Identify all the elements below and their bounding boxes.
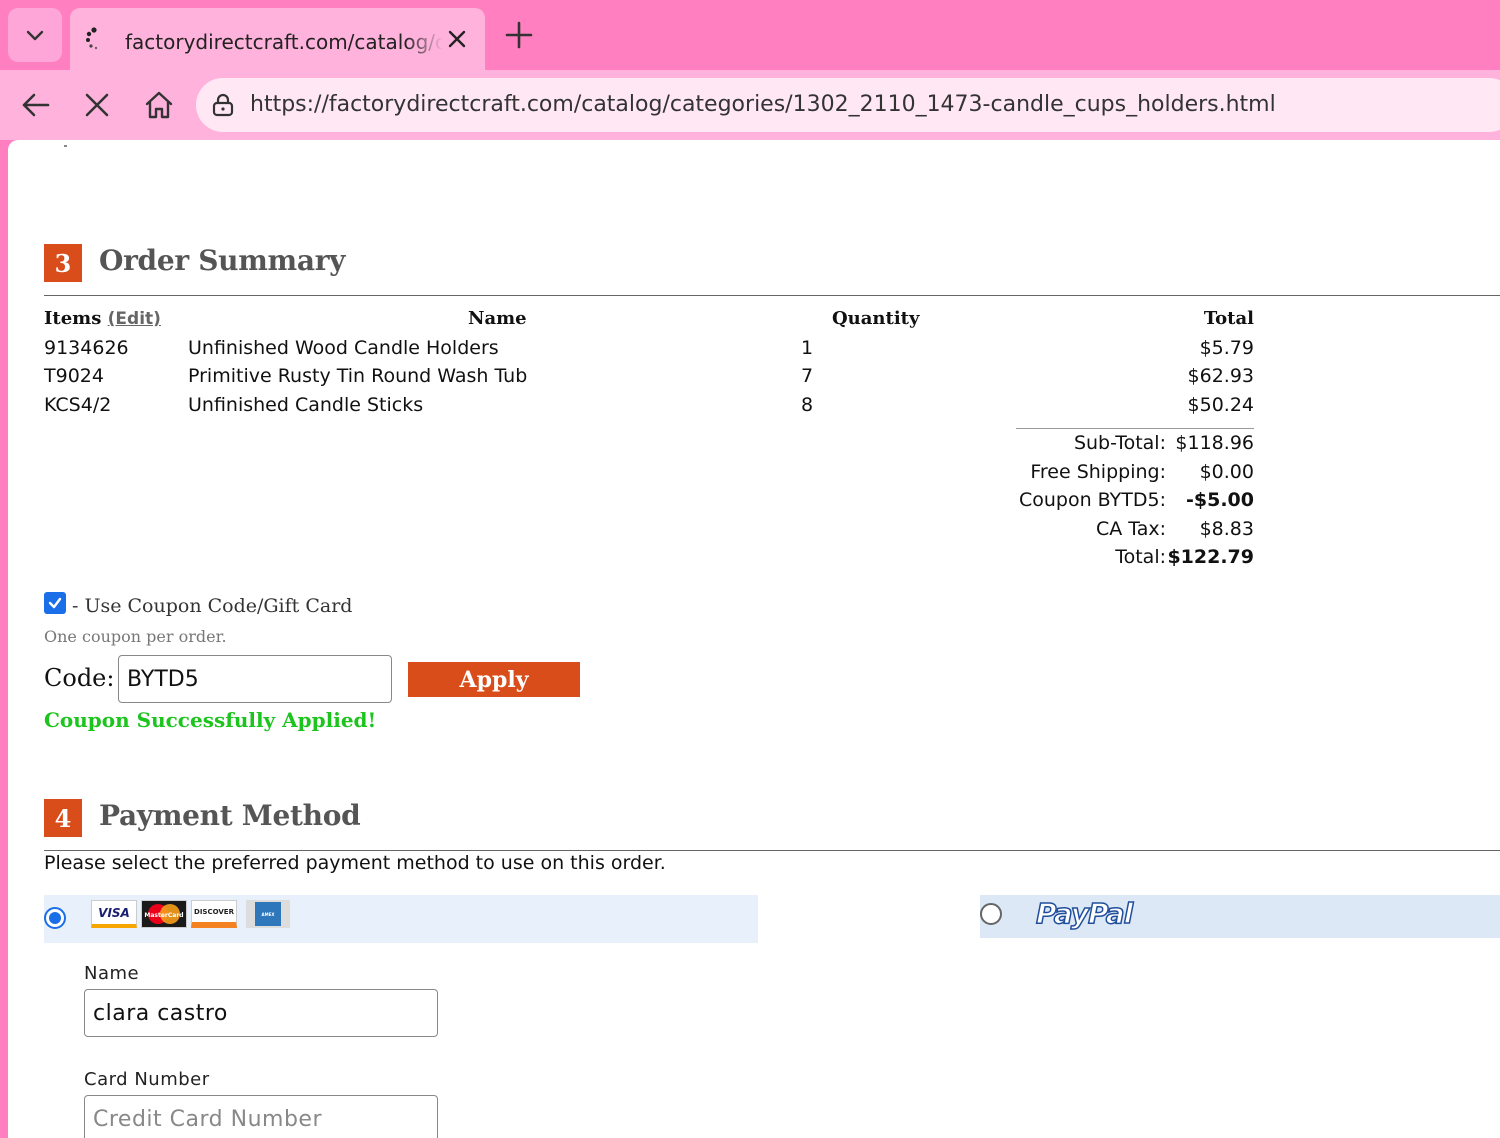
- tab-title: factorydirectcraft.com/catalog/categorie…: [125, 30, 443, 54]
- browser-tab[interactable]: factorydirectcraft.com/catalog/categorie…: [70, 8, 485, 70]
- home-icon[interactable]: [140, 86, 178, 124]
- coupon-discount-label: Coupon BYTD5:: [1018, 489, 1166, 511]
- browser-toolbar: https://factorydirectcraft.com/catalog/c…: [0, 70, 1500, 140]
- close-tab-icon[interactable]: [444, 26, 470, 52]
- total-column-header: Total: [1203, 308, 1254, 329]
- item-quantity: 1: [801, 337, 814, 359]
- subtotal-value: $118.96: [1175, 432, 1254, 454]
- page-content: 3 Order Summary Items (Edit) Name Quanti…: [8, 140, 1500, 1138]
- cardholder-name-label: Name: [84, 963, 140, 984]
- checkmark-icon: [48, 597, 62, 609]
- totals-divider: [1016, 428, 1254, 429]
- stop-icon[interactable]: [78, 86, 116, 124]
- step-badge: 3: [44, 244, 82, 282]
- payment-intro: Please select the preferred payment meth…: [44, 852, 666, 874]
- item-number: T9024: [44, 365, 104, 387]
- item-number: KCS4/2: [44, 394, 112, 416]
- mastercard-icon: MasterCard: [141, 900, 187, 928]
- payment-method-header: 4 Payment Method: [44, 799, 1500, 851]
- grand-total-value: $122.79: [1167, 546, 1254, 568]
- section-title: Order Summary: [99, 244, 346, 277]
- url-text: https://factorydirectcraft.com/catalog/c…: [250, 92, 1276, 117]
- tab-strip: factorydirectcraft.com/catalog/categorie…: [0, 0, 1500, 70]
- subtotal-label: Sub-Total:: [1073, 432, 1166, 454]
- cardholder-name-input[interactable]: [84, 989, 438, 1037]
- step-badge: 4: [44, 799, 82, 837]
- new-tab-icon[interactable]: [500, 16, 538, 54]
- item-quantity: 7: [801, 365, 814, 387]
- edit-link[interactable]: (Edit): [108, 309, 161, 329]
- item-name: Primitive Rusty Tin Round Wash Tub: [188, 365, 528, 387]
- use-coupon-checkbox[interactable]: [44, 592, 66, 614]
- coupon-note: One coupon per order.: [44, 627, 227, 646]
- coupon-code-input[interactable]: [118, 655, 392, 703]
- tax-label: CA Tax:: [1095, 518, 1166, 540]
- items-column-header: Items (Edit): [44, 308, 161, 329]
- item-number: 9134626: [44, 337, 129, 359]
- back-icon[interactable]: [16, 86, 54, 124]
- card-number-input[interactable]: [84, 1095, 438, 1138]
- tax-value: $8.83: [1199, 518, 1254, 540]
- card-payment-option[interactable]: VISA MasterCard DISCOVER AMEX: [44, 895, 758, 943]
- item-total: $62.93: [1187, 365, 1254, 387]
- name-column-header: Name: [468, 308, 527, 329]
- item-name: Unfinished Candle Sticks: [188, 394, 424, 416]
- quantity-column-header: Quantity: [832, 308, 920, 329]
- tab-list-button[interactable]: [8, 8, 62, 62]
- shipping-value: $0.00: [1199, 461, 1254, 483]
- item-total: $5.79: [1199, 337, 1254, 359]
- use-coupon-label: - Use Coupon Code/Gift Card: [72, 595, 353, 617]
- address-bar[interactable]: https://factorydirectcraft.com/catalog/c…: [196, 78, 1500, 132]
- grand-total-label: Total:: [1115, 546, 1166, 568]
- paypal-payment-radio[interactable]: [980, 903, 1002, 925]
- paypal-logo: PayPal: [1035, 896, 1134, 931]
- discover-icon: DISCOVER: [191, 900, 237, 928]
- order-summary-header: 3 Order Summary: [44, 244, 1500, 296]
- section-title: Payment Method: [99, 799, 361, 832]
- svg-text:MasterCard: MasterCard: [144, 912, 183, 919]
- shipping-label: Free Shipping:: [1030, 461, 1166, 483]
- item-quantity: 8: [801, 394, 814, 416]
- apply-coupon-button[interactable]: Apply: [408, 662, 580, 697]
- paypal-payment-option[interactable]: PayPal: [980, 895, 1500, 938]
- coupon-success-message: Coupon Successfully Applied!: [44, 708, 377, 732]
- amex-icon: AMEX: [246, 900, 290, 928]
- item-total: $50.24: [1187, 394, 1254, 416]
- stray-mark: [64, 145, 67, 147]
- visa-icon: VISA: [91, 900, 137, 928]
- card-number-label: Card Number: [84, 1069, 210, 1090]
- tab-list-icon: [26, 30, 44, 41]
- code-label: Code:: [44, 664, 115, 692]
- item-name: Unfinished Wood Candle Holders: [188, 337, 499, 359]
- card-payment-radio[interactable]: [44, 907, 66, 929]
- coupon-discount-value: -$5.00: [1186, 489, 1254, 511]
- loading-icon: [86, 27, 98, 50]
- site-info-icon[interactable]: [210, 92, 236, 118]
